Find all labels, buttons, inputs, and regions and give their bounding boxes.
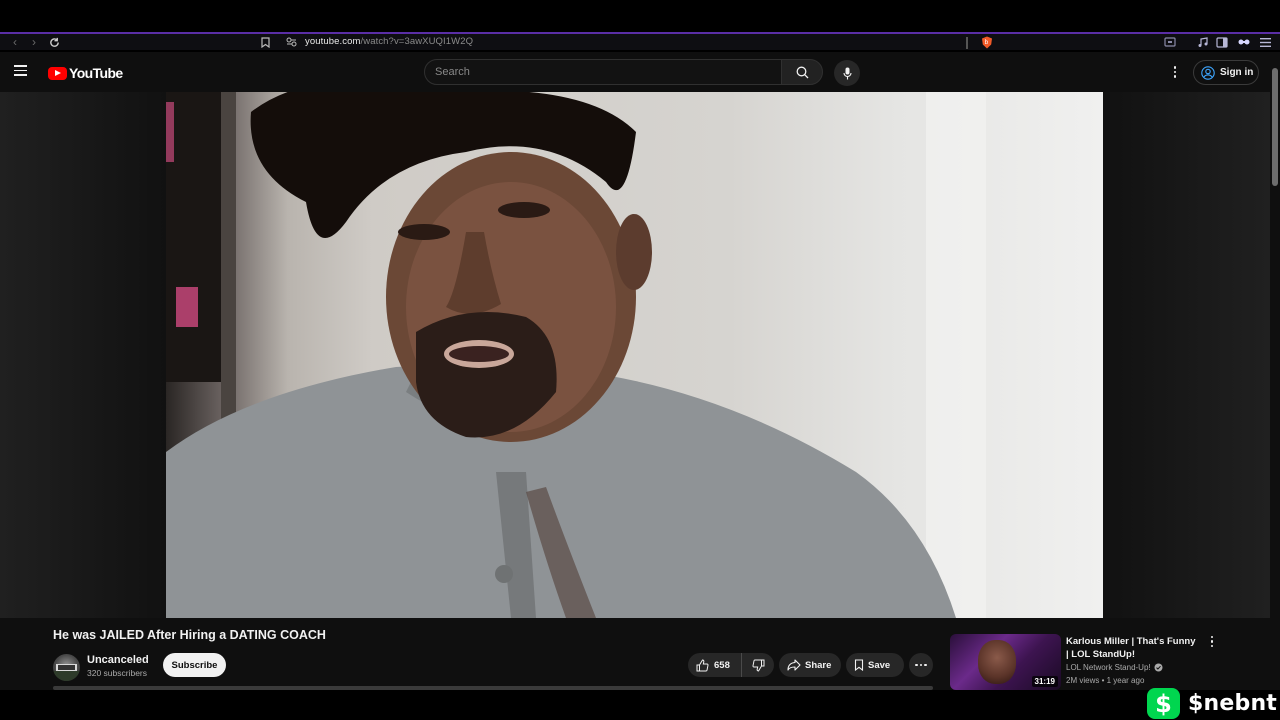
sidebar-toggle-icon[interactable] xyxy=(1215,35,1229,49)
thumbnail-face xyxy=(978,640,1016,684)
video-duration: 31:19 xyxy=(1031,676,1058,687)
svg-text:b: b xyxy=(985,39,989,46)
like-count: 658 xyxy=(714,659,730,671)
save-label: Save xyxy=(868,659,891,671)
sign-in-label: Sign in xyxy=(1220,67,1254,78)
logo-text: YouTube xyxy=(69,65,123,81)
recommended-channel-name: LOL Network Stand-Up! xyxy=(1066,663,1151,672)
channel-name[interactable]: Uncanceled xyxy=(87,654,149,666)
video-frame-image xyxy=(166,92,986,618)
forward-icon[interactable]: › xyxy=(27,35,41,49)
thumbs-down-icon xyxy=(751,659,764,672)
video-player[interactable] xyxy=(166,92,1103,618)
page-scrollbar[interactable] xyxy=(1270,62,1280,690)
sign-in-button[interactable]: Sign in xyxy=(1193,60,1259,85)
youtube-play-icon xyxy=(48,66,67,80)
verified-check-icon xyxy=(1154,663,1163,672)
hamburger-menu-icon[interactable] xyxy=(14,62,34,82)
cast-icon[interactable] xyxy=(1163,35,1177,49)
back-icon[interactable]: ‹ xyxy=(8,35,22,49)
site-settings-icon[interactable] xyxy=(284,35,298,49)
recommended-video-title[interactable]: Karlous Miller | That's Funny | LOL Stan… xyxy=(1066,635,1196,661)
share-button[interactable]: Share xyxy=(779,653,841,677)
recommended-video-thumbnail[interactable]: 31:19 xyxy=(950,634,1061,690)
channel-avatar[interactable] xyxy=(53,654,80,681)
like-button[interactable]: 658 xyxy=(688,653,742,677)
search-input[interactable] xyxy=(424,59,782,85)
cashtag-overlay: $ $nebnt xyxy=(1147,688,1277,719)
screen-top-strip xyxy=(0,0,1280,32)
reload-icon[interactable] xyxy=(47,35,61,49)
subscribe-button[interactable]: Subscribe xyxy=(163,653,226,677)
subscriber-count: 320 subscribers xyxy=(87,668,148,678)
browser-menu-icon[interactable] xyxy=(1258,35,1272,49)
save-bookmark-icon xyxy=(854,659,864,671)
account-icon xyxy=(1201,65,1215,80)
recommended-more-icon[interactable] xyxy=(1206,636,1218,650)
screen-bottom-strip xyxy=(0,690,1280,720)
settings-more-icon[interactable] xyxy=(1167,64,1183,80)
scrollbar-thumb[interactable] xyxy=(1272,68,1278,186)
thumbs-up-icon xyxy=(696,658,709,671)
address-bar-url[interactable]: youtube.com/watch?v=3awXUQI1W2Q xyxy=(305,36,473,47)
browser-toolbar: ‹ › youtube.com/watch?v=3awXUQI1W2Q b xyxy=(0,32,1280,50)
video-player-area xyxy=(0,92,1270,618)
recommended-meta: 2M views • 1 year ago xyxy=(1066,676,1145,685)
recommended-channel[interactable]: LOL Network Stand-Up! xyxy=(1066,663,1163,672)
more-actions-button[interactable] xyxy=(909,653,933,677)
cashapp-icon: $ xyxy=(1147,688,1180,719)
search-box xyxy=(424,59,824,85)
search-icon xyxy=(796,66,808,78)
microphone-icon xyxy=(842,67,852,79)
toolbar-divider xyxy=(966,37,968,49)
video-info-section: He was JAILED After Hiring a DATING COAC… xyxy=(0,618,1270,690)
like-dislike-group: 658 xyxy=(688,653,774,677)
youtube-logo[interactable]: YouTube xyxy=(48,65,123,81)
share-arrow-icon xyxy=(787,659,801,671)
share-label: Share xyxy=(805,659,832,671)
vpn-icon[interactable] xyxy=(1237,35,1251,49)
voice-search-button[interactable] xyxy=(834,60,860,86)
youtube-header: YouTube Sign in xyxy=(0,52,1280,92)
url-host: youtube.com xyxy=(305,36,361,47)
bookmark-icon[interactable] xyxy=(258,35,272,49)
dislike-button[interactable] xyxy=(742,653,774,677)
media-controls-icon[interactable] xyxy=(1196,35,1210,49)
brave-shield-icon[interactable]: b xyxy=(980,35,994,49)
url-path: /watch?v=3awXUQI1W2Q xyxy=(360,36,474,47)
cashtag-text: $nebnt xyxy=(1188,691,1278,716)
video-title: He was JAILED After Hiring a DATING COAC… xyxy=(53,628,326,642)
save-button[interactable]: Save xyxy=(846,653,904,677)
search-button[interactable] xyxy=(781,59,823,85)
